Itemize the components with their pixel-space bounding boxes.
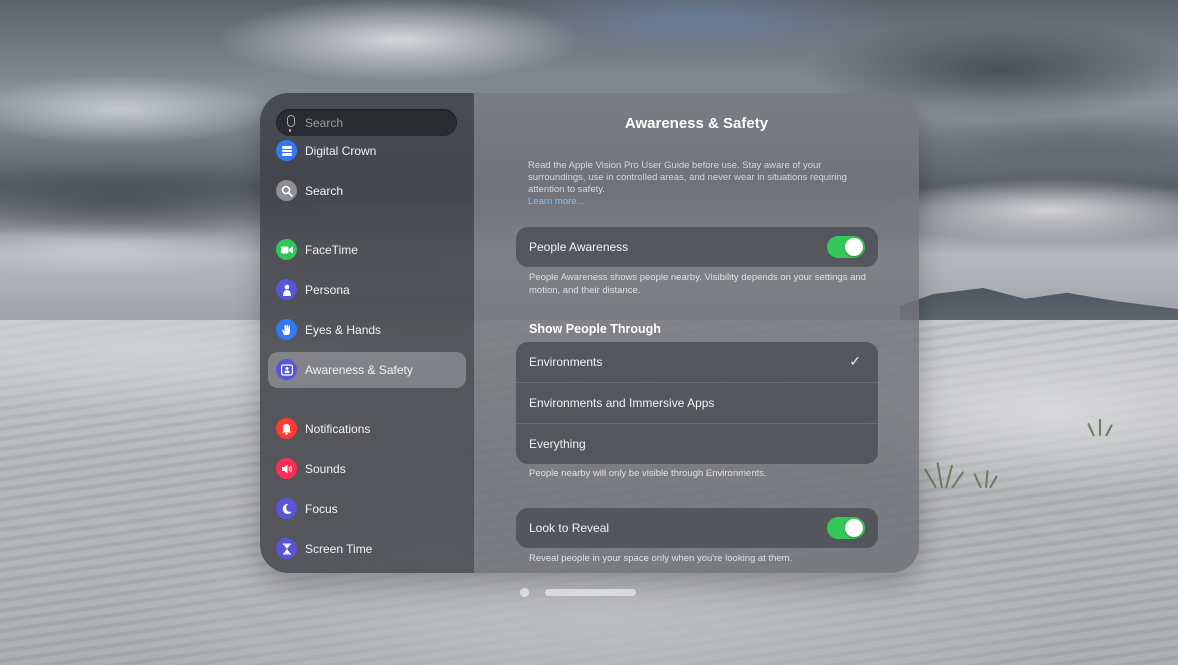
window-grab-bar[interactable] [545,589,636,596]
sidebar-item-search[interactable]: Search [268,173,466,209]
speaker-icon [276,458,297,479]
people-awareness-label: People Awareness [529,240,629,254]
sidebar-item-facetime[interactable]: FaceTime [268,232,466,268]
toggle-knob [845,519,863,537]
sidebar-item-label: Digital Crown [305,144,377,158]
sidebar-item-screen-time[interactable]: Screen Time [268,531,466,567]
option-label: Environments and Immersive Apps [529,396,715,410]
people-awareness-toggle[interactable] [827,236,865,258]
checkmark-icon: ✓ [849,353,861,369]
sidebar-item-label: Focus [305,502,338,516]
option-label: Environments [529,355,603,369]
sidebar-item-sounds[interactable]: Sounds [268,451,466,487]
option-environments-immersive[interactable]: Environments and Immersive Apps [516,382,878,423]
search-icon [276,180,297,201]
sidebar-item-label: FaceTime [305,243,358,257]
people-awareness-footer: People Awareness shows people nearby. Vi… [529,272,866,296]
sidebar-item-label: Notifications [305,422,371,436]
look-to-reveal-footer: Reveal people in your space only when yo… [529,553,793,564]
sidebar-item-focus[interactable]: Focus [268,491,466,527]
sidebar-item-awareness-safety[interactable]: Awareness & Safety [268,352,466,388]
look-to-reveal-card: Look to Reveal [516,508,878,548]
close-window-dot[interactable] [520,588,529,597]
people-awareness-card: People Awareness [516,227,878,267]
look-to-reveal-toggle[interactable] [827,517,865,539]
hourglass-icon [276,538,297,559]
toggle-knob [845,238,863,256]
look-to-reveal-label: Look to Reveal [529,521,610,535]
page-title: Awareness & Safety [624,115,769,132]
sidebar-item-label: Search [305,184,344,198]
desert-shrub [924,462,1005,489]
sidebar-item-label: Screen Time [305,542,373,556]
search-placeholder: Search [305,116,344,130]
option-everything[interactable]: Everything [516,423,878,464]
show-people-through-card: Environments ✓ Environments and Immersiv… [516,342,878,464]
microphone-icon[interactable] [287,115,295,132]
search-field[interactable]: Search [276,109,457,136]
show-through-footer: People nearby will only be visible throu… [529,468,767,479]
sidebar-item-eyes-hands[interactable]: Eyes & Hands [268,312,466,348]
option-environments[interactable]: Environments ✓ [516,342,878,382]
look-to-reveal-row[interactable]: Look to Reveal [516,508,878,548]
learn-more-link[interactable]: Learn more... [528,196,878,208]
sidebar-item-label: Persona [305,283,350,297]
option-label: Everything [529,437,586,451]
sidebar-item-label: Eyes & Hands [305,323,382,337]
sidebar-item-label: Sounds [305,462,346,476]
show-people-through-header: Show People Through [529,322,661,336]
settings-window: Search Digital Crown Search FaceTime Per [260,93,919,573]
sidebar-item-label: Awareness & Safety [305,363,413,377]
sidebar-item-persona[interactable]: Persona [268,272,466,308]
intro-body: Read the Apple Vision Pro User Guide bef… [528,160,847,195]
sidebar-item-digital-crown[interactable]: Digital Crown [268,133,466,169]
sidebar: Search Digital Crown Search FaceTime Per [260,93,474,573]
sidebar-item-notifications[interactable]: Notifications [268,411,466,447]
digital-crown-icon [276,140,297,161]
people-awareness-row[interactable]: People Awareness [516,227,878,267]
moon-icon [276,498,297,519]
awareness-icon [276,359,297,380]
facetime-icon [276,239,297,260]
desert-shrub [1085,418,1125,437]
bell-icon [276,418,297,439]
intro-text: Read the Apple Vision Pro User Guide bef… [528,160,878,208]
persona-icon [276,279,297,300]
detail-pane: Awareness & Safety Read the Apple Vision… [474,93,919,573]
hand-icon [276,319,297,340]
